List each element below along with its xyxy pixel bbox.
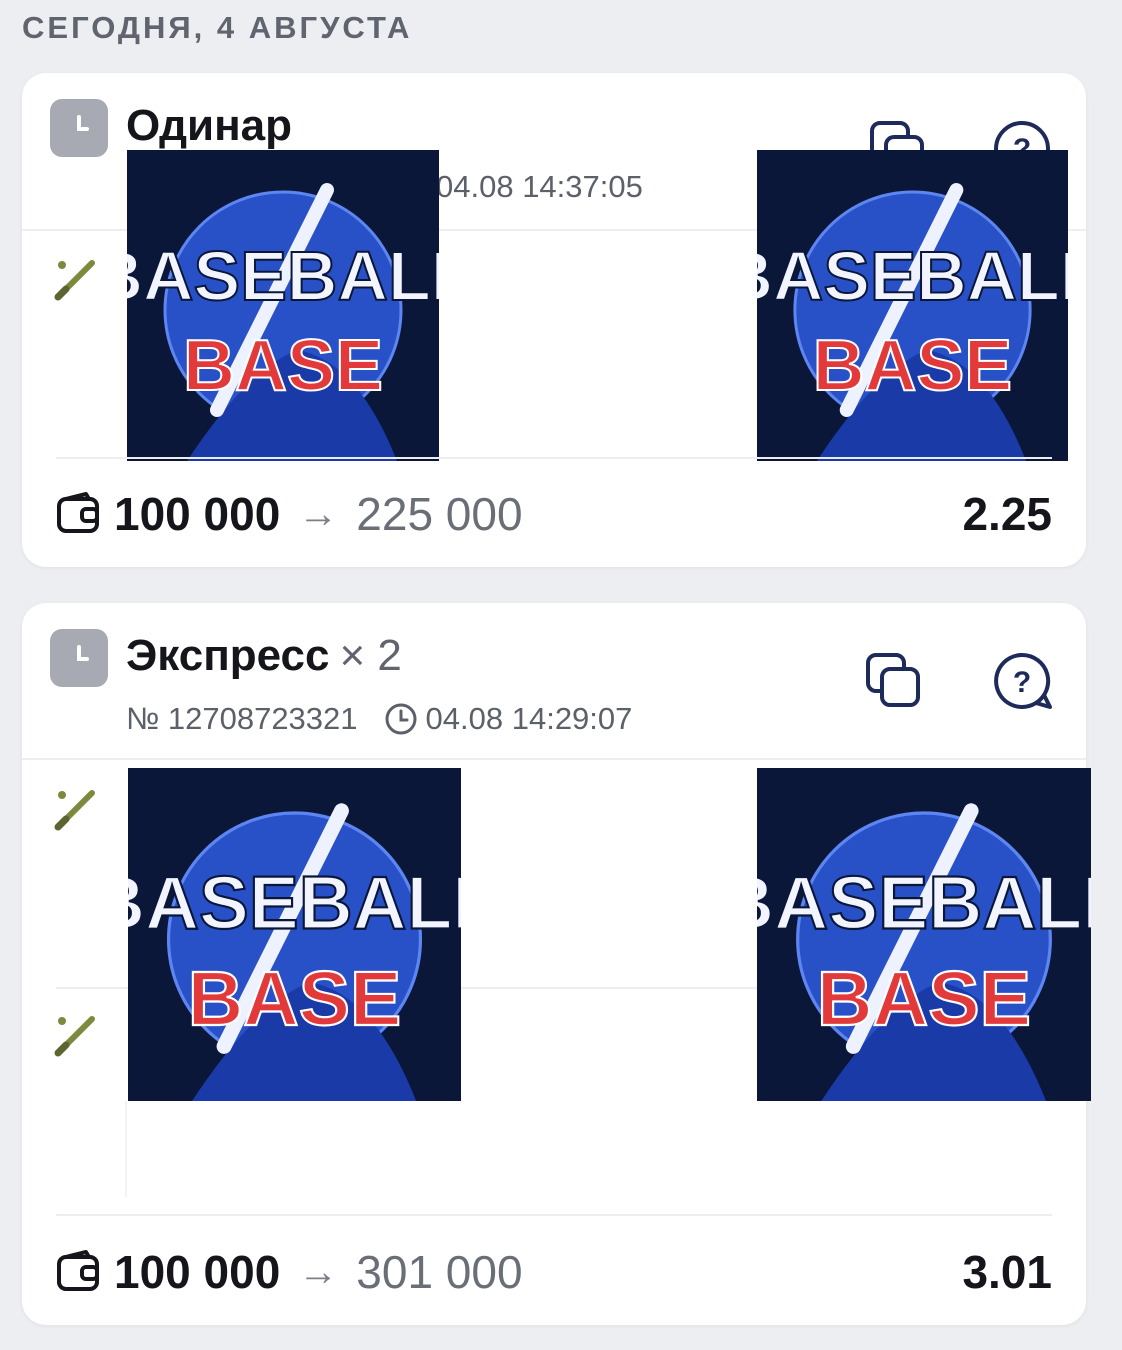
bet-multiplier: × 2: [339, 631, 402, 680]
wallet-icon: [57, 492, 99, 533]
bet-time: 04.08 14:29:07: [425, 701, 633, 736]
bet-title: Экспресс × 2: [126, 631, 402, 681]
logo-line2: BASE: [813, 326, 1012, 406]
clock-icon: [50, 629, 108, 687]
divider: [22, 758, 1086, 760]
potential-win: 225 000: [356, 488, 523, 540]
arrow-right-icon: →: [298, 491, 339, 536]
logo-line1: BASEBALL: [757, 861, 1091, 945]
baseball-base-logo: BASEBALL BASE: [757, 768, 1091, 1101]
stake-row: 100 000 → 301 000 3.01: [56, 1242, 1052, 1302]
coefficient: 2.25: [962, 488, 1052, 540]
bet-title: Одинар: [126, 101, 292, 151]
bet-title-text: Одинар: [126, 101, 293, 150]
bet-card-express[interactable]: Экспресс × 2 № 12708723321 04.08 14:29:07…: [22, 603, 1091, 1325]
logo-line2: BASE: [188, 956, 401, 1042]
stake-row: 100 000 → 225 000 2.25: [56, 484, 1052, 544]
baseball-bat-icon: [52, 783, 104, 835]
coefficient: 3.01: [962, 1246, 1052, 1298]
logo-line2: BASE: [183, 326, 383, 406]
logo-line2: BASE: [817, 956, 1031, 1042]
bet-title-text: Экспресс: [126, 631, 330, 680]
bet-card-single[interactable]: Одинар 04.08 14:37:05 ? BASEBALL BASE: [22, 73, 1086, 567]
help-icon[interactable]: ?: [992, 651, 1056, 718]
bet-number: № 12708723321: [126, 701, 358, 736]
bet-time: 04.08 14:37:05: [436, 169, 643, 204]
baseball-base-logo: BASEBALL BASE: [757, 150, 1068, 461]
baseball-base-logo: BASEBALL BASE: [127, 150, 439, 461]
logo-line1: BASEBALL: [128, 861, 461, 945]
baseball-base-logo: BASEBALL BASE: [128, 768, 461, 1101]
baseball-bat-icon: [52, 1009, 104, 1061]
clock-icon: [50, 99, 108, 157]
separator-line: [125, 1101, 127, 1197]
date-header: СЕГОДНЯ, 4 АВГУСТА: [22, 10, 413, 45]
svg-text:?: ?: [1013, 666, 1031, 699]
logo-line1: BASEBALL: [757, 237, 1068, 315]
wallet-icon: [57, 1250, 99, 1291]
bet-meta: № 12708723321 04.08 14:29:07: [126, 701, 632, 737]
stake-amount: 100 000: [114, 1246, 281, 1298]
potential-win: 301 000: [356, 1246, 523, 1298]
divider: [56, 1214, 1052, 1216]
divider: [56, 457, 1052, 459]
baseball-bat-icon: [52, 253, 104, 305]
clock-small-icon: [385, 703, 417, 735]
arrow-right-icon: →: [298, 1249, 339, 1294]
logo-line1: BASEBALL: [127, 237, 439, 315]
copy-icon[interactable]: [864, 651, 926, 718]
stake-amount: 100 000: [114, 488, 281, 540]
